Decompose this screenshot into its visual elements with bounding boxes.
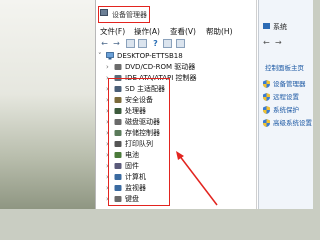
tree-category-label: DVD/CD-ROM 驱动器 (125, 63, 196, 71)
device-list-highlight-box (108, 78, 170, 206)
system-window: 系统 ← → 控制面板主页 设备管理器远程设置系统保护高级系统设置 (258, 0, 313, 209)
tree-root-label: DESKTOP-ETTSB18 (117, 52, 183, 60)
control-panel-home-link[interactable]: 控制面板主页 (265, 62, 304, 72)
dvd-drive-icon (114, 64, 122, 70)
system-link-label: 高级系统设置 (273, 119, 312, 127)
system-link[interactable]: 远程设置 (263, 92, 313, 103)
menu-bar: 文件(F) 操作(A) 查看(V) 帮助(H) (96, 24, 276, 37)
toolbar: ← → ? (96, 37, 276, 51)
shield-icon (263, 93, 270, 101)
background-photo (0, 0, 100, 209)
shield-icon (263, 80, 270, 88)
system-link-label: 系统保护 (273, 106, 299, 114)
computer-icon (106, 52, 114, 60)
system-link[interactable]: 设备管理器 (263, 79, 313, 90)
shield-icon (263, 106, 270, 114)
system-link[interactable]: 高级系统设置 (263, 118, 313, 129)
system-link-label: 远程设置 (273, 93, 299, 101)
tree-root[interactable]: ˅ DESKTOP-ETTSB18 (98, 51, 268, 62)
menu-help[interactable]: 帮助(H) (206, 26, 233, 37)
arrow-right-icon[interactable]: → (275, 38, 282, 47)
chevron-right-icon[interactable]: › (106, 63, 112, 71)
menu-action[interactable]: 操作(A) (134, 26, 160, 37)
arrow-right-icon[interactable]: → (112, 39, 121, 48)
arrow-left-icon[interactable]: ← (263, 38, 270, 47)
arrow-left-icon[interactable]: ← (100, 39, 109, 48)
properties-icon[interactable] (126, 39, 135, 48)
chevron-down-icon[interactable]: ˅ (98, 52, 104, 60)
help-icon[interactable]: ? (151, 39, 160, 48)
system-link[interactable]: 系统保护 (263, 105, 313, 116)
title-bar: 设备管理器 (96, 0, 276, 24)
show-hidden-icon[interactable] (138, 39, 147, 48)
tree-category[interactable]: › DVD/CD-ROM 驱动器 (106, 62, 266, 73)
menu-file[interactable]: 文件(F) (100, 26, 125, 37)
view-icon[interactable] (163, 39, 172, 48)
window-divider (256, 0, 257, 209)
menu-view[interactable]: 查看(V) (170, 26, 196, 37)
system-link-label: 设备管理器 (273, 80, 306, 88)
scan-hardware-icon[interactable] (176, 39, 185, 48)
system-app-icon (263, 23, 270, 29)
shield-icon (263, 119, 270, 127)
title-highlight-box (98, 6, 150, 23)
system-window-title: 系统 (273, 23, 287, 31)
